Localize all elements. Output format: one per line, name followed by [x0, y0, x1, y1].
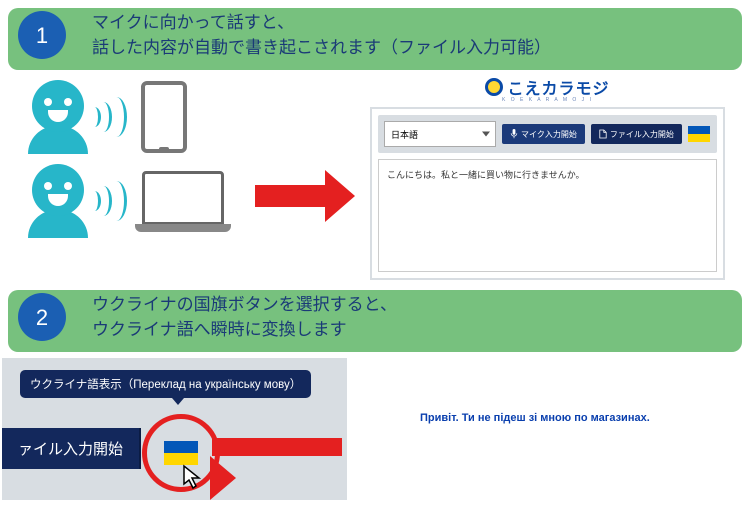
transcript-area[interactable]: こんにちは。私と一緒に買い物に行きませんか。: [378, 159, 717, 272]
step2-header: 2 ウクライナの国旗ボタンを選択すると、 ウクライナ語へ瞬時に変換します: [0, 282, 750, 352]
arrow-right-icon: [212, 438, 347, 500]
step1-header: 1 マイクに向かって話すと、 話した内容が自動で書き起こされます（ファイル入力可…: [0, 0, 750, 70]
step1-text: マイクに向かって話すと、 話した内容が自動で書き起こされます（ファイル入力可能）: [92, 10, 561, 61]
brand-title: こえカラモジ: [507, 75, 609, 99]
app-brand: こえカラモジ: [370, 75, 725, 99]
flag-button-closeup: ウクライナ語表示（Переклад на українську мову） ァイ…: [2, 358, 347, 500]
file-start-button[interactable]: ファイル入力開始: [591, 124, 682, 144]
flag-tooltip: ウクライナ語表示（Переклад на українську мову）: [20, 370, 311, 398]
mic-icon: [510, 129, 518, 139]
mic-start-button[interactable]: マイク入力開始: [502, 124, 585, 144]
phone-icon: [141, 81, 187, 153]
brand-dot-icon: [485, 78, 503, 96]
arrow-right-icon: [255, 170, 355, 222]
step1-number: 1: [18, 11, 66, 59]
brand-subtitle: K O E K A R A M O J I: [370, 97, 725, 103]
person-head-icon: [32, 164, 84, 216]
language-select[interactable]: 日本語: [384, 121, 496, 147]
ukraine-flag-button-large[interactable]: [164, 441, 198, 465]
step2-number: 2: [18, 293, 66, 341]
laptop-base-icon: [135, 224, 231, 232]
file-btn-label: ファイル入力開始: [610, 129, 674, 140]
translated-output: Привіт. Ти не підеш зі мною по магазинах…: [420, 412, 650, 424]
step2-text: ウクライナの国旗ボタンを選択すると、 ウクライナ語へ瞬時に変換します: [92, 292, 407, 343]
person-head-icon: [32, 80, 84, 132]
file-start-button-cropped[interactable]: ァイル入力開始: [2, 428, 141, 469]
file-icon: [599, 129, 607, 139]
highlight-circle-icon: [142, 414, 220, 492]
ukraine-flag-button[interactable]: [688, 126, 710, 142]
mic-btn-label: マイク入力開始: [521, 129, 577, 140]
sound-waves-icon: [94, 181, 127, 221]
input-illustration: [28, 80, 231, 240]
app-screenshot: こえカラモジ K O E K A R A M O J I 日本語 マイク入力開始…: [370, 75, 725, 280]
laptop-screen-icon: [142, 171, 224, 225]
sound-waves-icon: [94, 97, 127, 137]
